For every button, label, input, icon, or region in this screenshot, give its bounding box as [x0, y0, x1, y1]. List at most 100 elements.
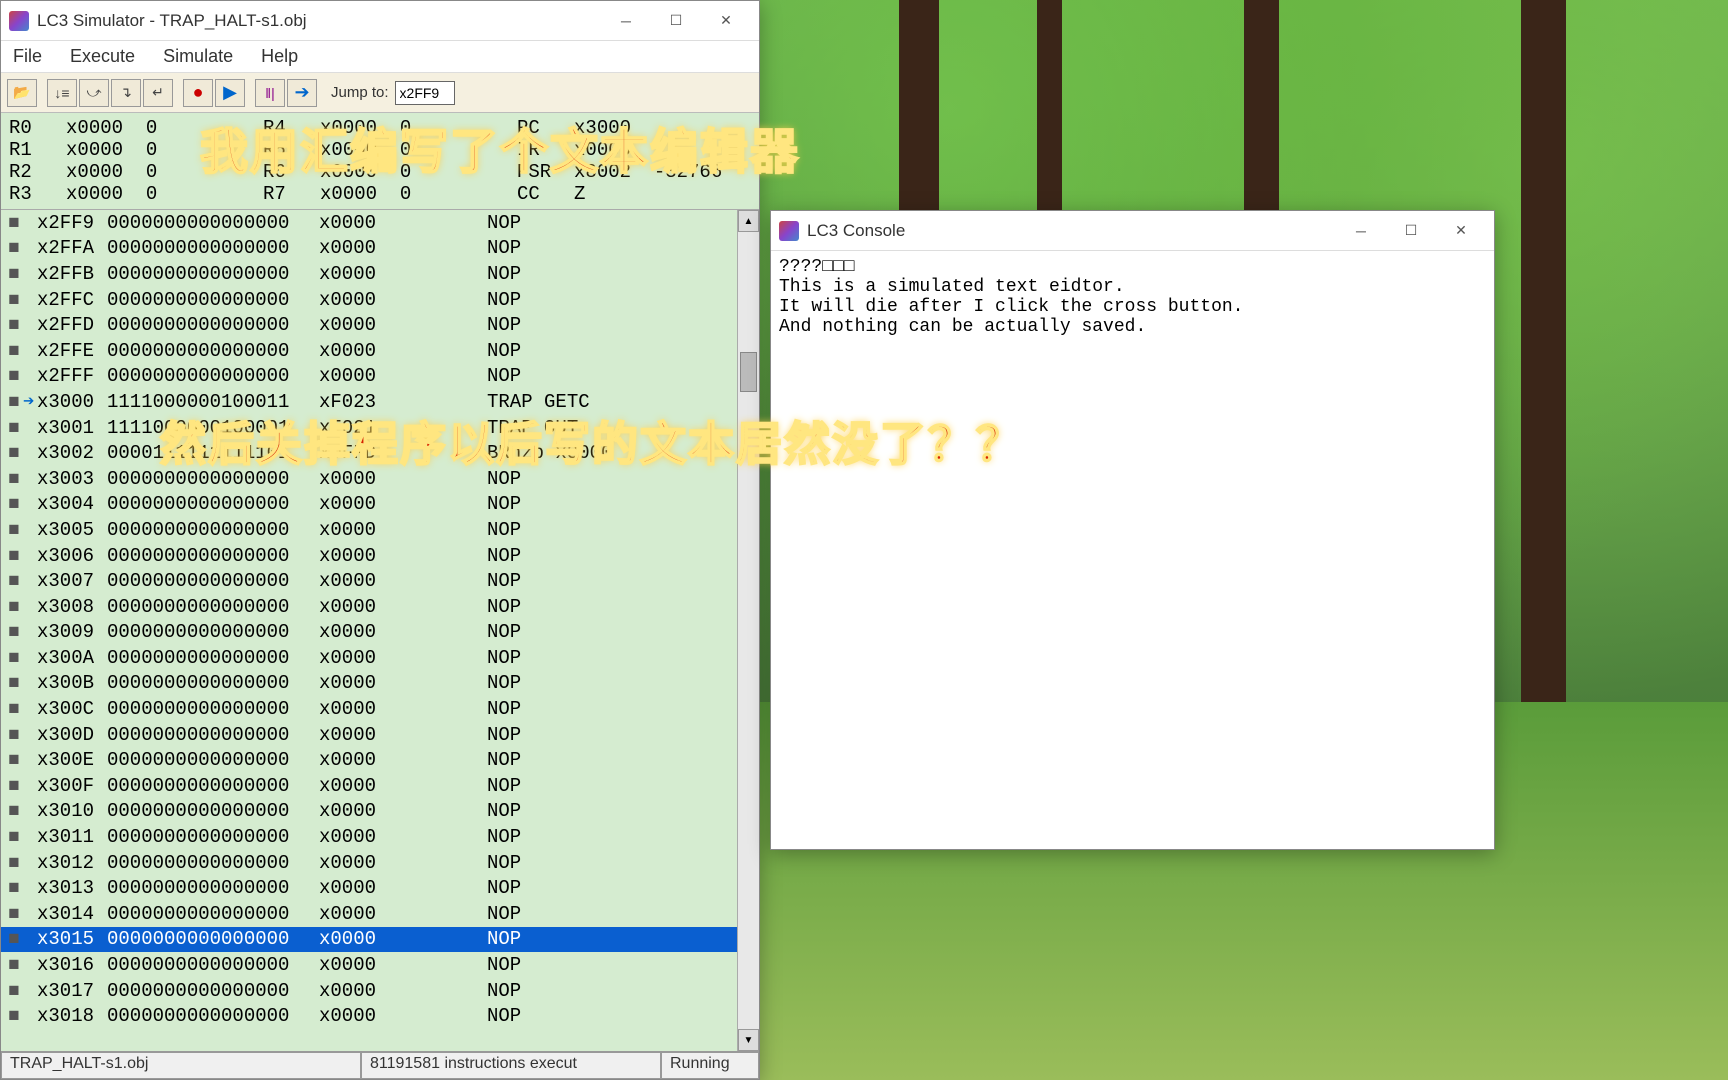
breakpoint-icon[interactable]: ■: [5, 365, 23, 387]
breakpoint-icon[interactable]: ■: [5, 596, 23, 618]
memory-row[interactable]: ■x2FFE0000000000000000x0000NOP: [1, 338, 737, 364]
breakpoint-icon[interactable]: ■: [5, 237, 23, 259]
breakpoint-icon[interactable]: ■: [5, 647, 23, 669]
console-minimize-button[interactable]: ─: [1336, 215, 1386, 247]
memory-row[interactable]: ■x30060000000000000000x0000NOP: [1, 543, 737, 569]
breakpoint-icon[interactable]: ■: [5, 877, 23, 899]
memory-row[interactable]: ■x30080000000000000000x0000NOP: [1, 594, 737, 620]
menu-execute[interactable]: Execute: [66, 44, 139, 69]
breakpoint-icon[interactable]: ■: [5, 417, 23, 439]
breakpoint-icon[interactable]: ■: [5, 493, 23, 515]
breakpoint-icon[interactable]: ■: [5, 468, 23, 490]
scroll-thumb[interactable]: [740, 352, 757, 392]
breakpoint-icon[interactable]: ■: [5, 212, 23, 234]
step-out-button[interactable]: ↵: [143, 79, 173, 107]
memory-row[interactable]: ■x300E0000000000000000x0000NOP: [1, 747, 737, 773]
memory-row[interactable]: ■x30040000000000000000x0000NOP: [1, 492, 737, 518]
menu-file[interactable]: File: [9, 44, 46, 69]
scroll-down-button[interactable]: ▼: [738, 1029, 759, 1051]
reg-r6[interactable]: R6 x0000 0: [263, 161, 497, 183]
continue-button[interactable]: ➔: [287, 79, 317, 107]
reg-pc[interactable]: PC x3000: [517, 117, 751, 139]
close-button[interactable]: ✕: [701, 5, 751, 37]
reg-r3[interactable]: R3 x0000 0: [9, 183, 243, 205]
memory-row[interactable]: ■x30150000000000000000x0000NOP: [1, 927, 737, 953]
breakpoint-icon[interactable]: ■: [5, 954, 23, 976]
breakpoint-icon[interactable]: ■: [5, 672, 23, 694]
memory-row[interactable]: ■x300A0000000000000000x0000NOP: [1, 645, 737, 671]
memory-row[interactable]: ■➔x30001111000000100011xF023TRAP GETC: [1, 389, 737, 415]
memory-row[interactable]: ■x30011111000000100001xF021TRAP OUT: [1, 415, 737, 441]
memory-row[interactable]: ■x30030000000000000000x0000NOP: [1, 466, 737, 492]
memory-row[interactable]: ■x300F0000000000000000x0000NOP: [1, 773, 737, 799]
memory-row[interactable]: ■x30180000000000000000x0000NOP: [1, 1003, 737, 1029]
memory-row[interactable]: ■x30020000111111111101x0FFDBRnzp x3000: [1, 440, 737, 466]
breakpoint-icon[interactable]: ■: [5, 545, 23, 567]
breakpoint-icon[interactable]: ■: [5, 903, 23, 925]
breakpoint-icon[interactable]: ■: [5, 826, 23, 848]
breakpoint-icon[interactable]: ■: [5, 391, 23, 413]
breakpoint-icon[interactable]: ■: [5, 852, 23, 874]
breakpoint-icon[interactable]: ■: [5, 1005, 23, 1027]
memory-row[interactable]: ■x30090000000000000000x0000NOP: [1, 620, 737, 646]
memory-row[interactable]: ■x300D0000000000000000x0000NOP: [1, 722, 737, 748]
memory-list[interactable]: ■x2FF90000000000000000x0000NOP■x2FFA0000…: [1, 210, 737, 1051]
reg-r7[interactable]: R7 x0000 0: [263, 183, 497, 205]
memory-row[interactable]: ■x300C0000000000000000x0000NOP: [1, 696, 737, 722]
reg-r2[interactable]: R2 x0000 0: [9, 161, 243, 183]
memory-row[interactable]: ■x30120000000000000000x0000NOP: [1, 850, 737, 876]
breakpoint-icon[interactable]: ■: [5, 928, 23, 950]
console-titlebar[interactable]: LC3 Console ─ ☐ ✕: [771, 211, 1494, 251]
memory-row[interactable]: ■x2FFC0000000000000000x0000NOP: [1, 287, 737, 313]
breakpoint-icon[interactable]: ■: [5, 289, 23, 311]
memory-row[interactable]: ■x2FFA0000000000000000x0000NOP: [1, 236, 737, 262]
breakpoint-icon[interactable]: ■: [5, 775, 23, 797]
run-button[interactable]: ▶: [215, 79, 245, 107]
memory-row[interactable]: ■x2FFF0000000000000000x0000NOP: [1, 364, 737, 390]
breakpoint-icon[interactable]: ■: [5, 724, 23, 746]
memory-row[interactable]: ■x30070000000000000000x0000NOP: [1, 568, 737, 594]
breakpoint-icon[interactable]: ■: [5, 519, 23, 541]
jump-input[interactable]: [395, 81, 455, 105]
reg-r4[interactable]: R4 x0000 0: [263, 117, 497, 139]
memory-row[interactable]: ■x30050000000000000000x0000NOP: [1, 517, 737, 543]
stop-button[interactable]: ●: [183, 79, 213, 107]
breakpoint-icon[interactable]: ■: [5, 621, 23, 643]
console-close-button[interactable]: ✕: [1436, 215, 1486, 247]
menu-simulate[interactable]: Simulate: [159, 44, 237, 69]
breakpoint-icon[interactable]: ■: [5, 980, 23, 1002]
reg-psr[interactable]: PSR x8002 -32766: [517, 161, 751, 183]
memory-row[interactable]: ■x30110000000000000000x0000NOP: [1, 824, 737, 850]
console-output[interactable]: ????□□□ This is a simulated text eidtor.…: [771, 251, 1494, 849]
breakpoint-icon[interactable]: ■: [5, 800, 23, 822]
step-into-button[interactable]: ↴: [111, 79, 141, 107]
memory-row[interactable]: ■x30170000000000000000x0000NOP: [1, 978, 737, 1004]
breakpoint-icon[interactable]: ■: [5, 340, 23, 362]
memory-row[interactable]: ■x30100000000000000000x0000NOP: [1, 799, 737, 825]
scroll-up-button[interactable]: ▲: [738, 210, 759, 232]
memory-row[interactable]: ■x30160000000000000000x0000NOP: [1, 952, 737, 978]
memory-row[interactable]: ■x2FFB0000000000000000x0000NOP: [1, 261, 737, 287]
scrollbar[interactable]: ▲ ▼: [737, 210, 759, 1051]
memory-row[interactable]: ■x2FF90000000000000000x0000NOP: [1, 210, 737, 236]
menu-help[interactable]: Help: [257, 44, 302, 69]
breakpoint-icon[interactable]: ■: [5, 314, 23, 336]
memory-row[interactable]: ■x300B0000000000000000x0000NOP: [1, 671, 737, 697]
scroll-track[interactable]: [738, 232, 759, 1029]
breakpoint-icon[interactable]: ■: [5, 442, 23, 464]
open-button[interactable]: 📂: [7, 79, 37, 107]
minimize-button[interactable]: ─: [601, 5, 651, 37]
maximize-button[interactable]: ☐: [651, 5, 701, 37]
step-over-button[interactable]: ⤻: [79, 79, 109, 107]
sim-titlebar[interactable]: LC3 Simulator - TRAP_HALT-s1.obj ─ ☐ ✕: [1, 1, 759, 41]
memory-row[interactable]: ■x30130000000000000000x0000NOP: [1, 875, 737, 901]
reg-r1[interactable]: R1 x0000 0: [9, 139, 243, 161]
breakpoint-icon[interactable]: ■: [5, 570, 23, 592]
pause-button[interactable]: ‖|: [255, 79, 285, 107]
breakpoint-icon[interactable]: ■: [5, 749, 23, 771]
reg-r5[interactable]: R5 x0000 0: [263, 139, 497, 161]
reg-r0[interactable]: R0 x0000 0: [9, 117, 243, 139]
reg-cc[interactable]: CC Z: [517, 183, 751, 205]
reg-ir[interactable]: IR x0000: [517, 139, 751, 161]
memory-row[interactable]: ■x30140000000000000000x0000NOP: [1, 901, 737, 927]
